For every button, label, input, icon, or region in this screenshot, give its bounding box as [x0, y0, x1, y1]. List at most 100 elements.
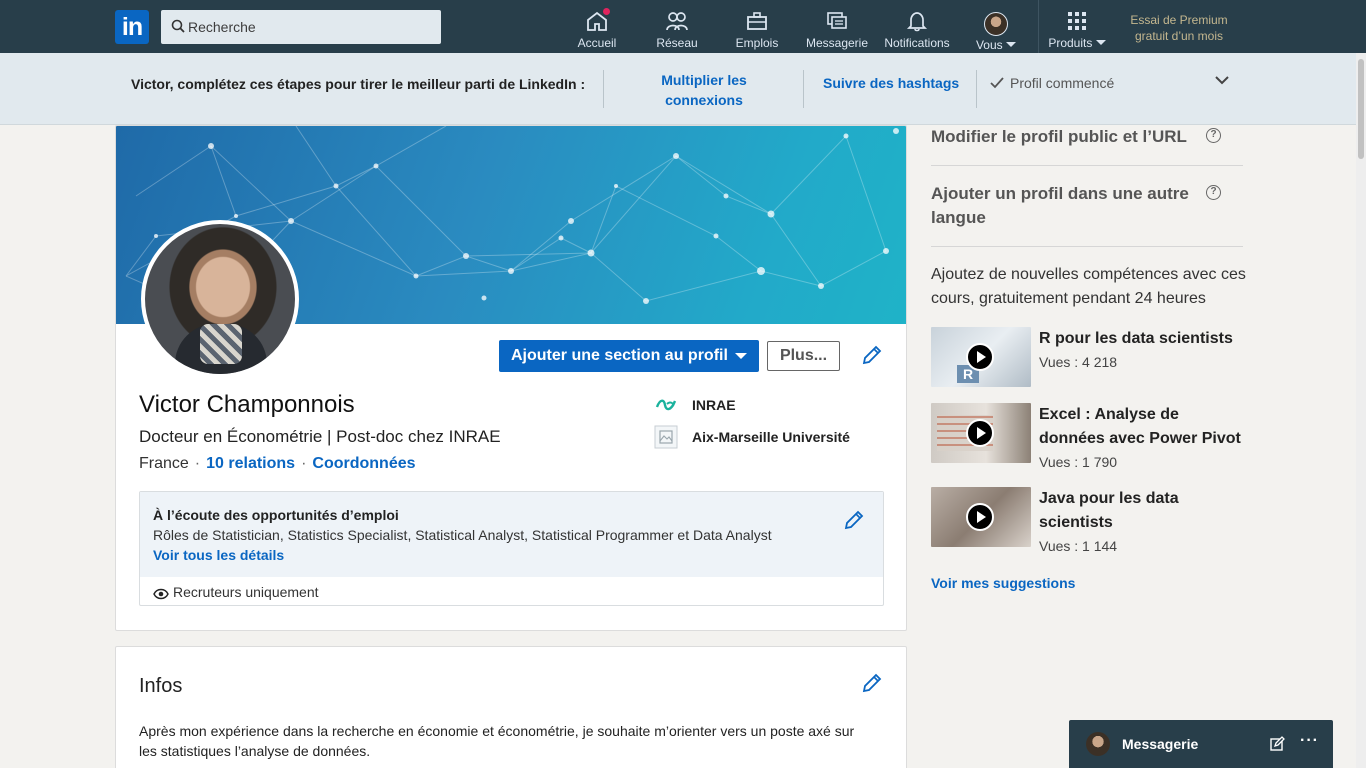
- check-icon: [990, 77, 1004, 89]
- separator-dot: ·: [301, 455, 307, 472]
- see-all-details-link[interactable]: Voir tous les détails: [153, 547, 284, 563]
- grow-connections-link[interactable]: Multiplier les connexions: [640, 70, 768, 110]
- see-suggestions-link[interactable]: Voir mes suggestions: [931, 575, 1075, 591]
- course-title: Java pour les data scientists: [1039, 490, 1179, 531]
- notification-dot: [601, 6, 612, 17]
- profile-card: Ajouter une section au profil Plus... Vi…: [115, 125, 907, 631]
- course-title: R pour les data scientists: [1039, 330, 1233, 347]
- contact-info-link[interactable]: Coordonnées: [312, 455, 415, 472]
- add-profile-section-label: Ajouter une section au profil: [511, 347, 728, 364]
- course-item[interactable]: R R pour les data scientists Vues : 4 21…: [931, 327, 1246, 387]
- caret-down-icon: [1095, 40, 1106, 45]
- more-button[interactable]: Plus...: [767, 341, 840, 371]
- course-thumbnail: R: [931, 327, 1031, 387]
- pencil-icon[interactable]: [860, 671, 884, 695]
- chevron-down-icon[interactable]: [1214, 75, 1230, 85]
- messaging-icon: [825, 10, 849, 32]
- course-views: Vues : 4 218: [1039, 354, 1118, 370]
- profile-started-label: Profil commencé: [1010, 75, 1115, 91]
- briefcase-icon: [745, 10, 769, 32]
- course-thumbnail: [931, 487, 1031, 547]
- learning-promo-text: Ajoutez de nouvelles compétences avec ce…: [931, 266, 1246, 307]
- about-text-line1: Après mon expérience dans la recherche e…: [139, 723, 855, 739]
- profile-started-status: Profil commencé: [990, 75, 1114, 91]
- job-opportunities-header: À l’écoute des opportunités d’emploi Rôl…: [140, 492, 883, 577]
- divider: [931, 165, 1243, 166]
- add-language-profile-link[interactable]: Ajouter un profil dans une autre langue: [931, 182, 1191, 230]
- premium-trial-link[interactable]: Essai de Premium gratuit d’un mois: [1119, 12, 1239, 44]
- nav-me[interactable]: Vous: [968, 0, 1024, 53]
- divider: [803, 70, 804, 108]
- grow-connections-line1: Multiplier les: [661, 72, 747, 88]
- open-to-work-roles: Rôles de Statistician, Statistics Specia…: [153, 527, 772, 543]
- network-icon: [665, 10, 689, 32]
- current-company-name: INRAE: [692, 397, 736, 413]
- bell-icon: [905, 10, 929, 32]
- separator-dot: ·: [194, 455, 201, 472]
- follow-hashtags-link[interactable]: Suivre des hashtags: [823, 73, 959, 93]
- visibility-label: Recruteurs uniquement: [173, 584, 319, 600]
- divider: [603, 70, 604, 108]
- grow-connections-line2: connexions: [665, 92, 743, 108]
- nav-notifications[interactable]: Notifications: [880, 0, 954, 53]
- profile-meta: France · 10 relations · Coordonnées: [139, 455, 416, 473]
- search-bar[interactable]: [161, 10, 441, 44]
- open-to-work-title: À l’écoute des opportunités d’emploi: [153, 507, 399, 523]
- nav-products[interactable]: Produits: [1042, 0, 1112, 53]
- nav-notifications-label: Notifications: [884, 36, 950, 50]
- course-title: Excel : Analyse de données avec Power Pi…: [1039, 406, 1241, 447]
- play-icon[interactable]: [966, 343, 994, 371]
- profile-steps-banner: Victor, complétez ces étapes pour tirer …: [0, 53, 1366, 125]
- search-icon: [171, 19, 185, 33]
- nav-jobs-label: Emplois: [735, 36, 779, 50]
- nav-network[interactable]: Réseau: [654, 0, 700, 53]
- add-profile-section-button[interactable]: Ajouter une section au profil: [499, 340, 759, 372]
- inrae-logo-icon: [655, 399, 677, 411]
- help-icon[interactable]: ?: [1206, 128, 1221, 143]
- top-navigation: in Accueil Réseau Emplois Messagerie Not…: [0, 0, 1366, 53]
- page-scrollbar[interactable]: [1356, 53, 1366, 768]
- play-icon[interactable]: [966, 503, 994, 531]
- edit-public-profile-link[interactable]: Modifier le profil public et l’URL: [931, 125, 1191, 149]
- caret-down-icon: [735, 353, 747, 359]
- pencil-icon[interactable]: [860, 343, 884, 367]
- divider: [931, 246, 1243, 247]
- pencil-icon[interactable]: [842, 508, 866, 532]
- grid-icon: [1065, 10, 1089, 32]
- caret-down-icon: [1006, 42, 1017, 47]
- nav-home[interactable]: Accueil: [574, 0, 620, 53]
- course-thumbnail: [931, 403, 1031, 463]
- nav-jobs[interactable]: Emplois: [734, 0, 780, 53]
- course-views: Vues : 1 144: [1039, 538, 1118, 554]
- course-item[interactable]: Excel : Analyse de données avec Power Pi…: [931, 403, 1246, 470]
- course-item[interactable]: Java pour les data scientists Vues : 1 1…: [931, 487, 1246, 554]
- profile-photo[interactable]: [141, 220, 299, 378]
- profile-location: France: [139, 455, 189, 472]
- nav-network-label: Réseau: [656, 36, 698, 50]
- about-card: Infos Après mon expérience dans la reche…: [115, 646, 907, 768]
- nav-messaging-label: Messagerie: [805, 36, 869, 50]
- course-views: Vues : 1 790: [1039, 454, 1118, 470]
- search-input[interactable]: [188, 10, 433, 44]
- profile-name: Victor Champonnois: [139, 391, 355, 418]
- nav-divider: [1038, 0, 1039, 53]
- photo-scarf: [200, 324, 242, 364]
- nav-home-label: Accueil: [577, 36, 617, 50]
- nav-products-label: Produits: [1048, 36, 1093, 50]
- help-icon[interactable]: ?: [1206, 185, 1221, 200]
- school-placeholder-icon: [654, 425, 678, 449]
- relations-link[interactable]: 10 relations: [206, 455, 295, 472]
- messaging-label: Messagerie: [1122, 736, 1199, 752]
- compose-icon[interactable]: [1269, 736, 1285, 752]
- more-options-icon[interactable]: ···: [1300, 732, 1319, 750]
- about-title: Infos: [139, 675, 183, 697]
- scrollbar-thumb[interactable]: [1358, 59, 1364, 159]
- home-icon: [585, 6, 612, 32]
- nav-messaging[interactable]: Messagerie: [805, 0, 869, 53]
- about-text: Après mon expérience dans la recherche e…: [139, 721, 887, 761]
- play-icon[interactable]: [966, 419, 994, 447]
- messaging-dock[interactable]: Messagerie ···: [1069, 720, 1333, 768]
- linkedin-logo[interactable]: in: [115, 10, 149, 44]
- user-avatar: [984, 12, 1008, 36]
- profile-headline: Docteur en Économétrie | Post-doc chez I…: [139, 427, 501, 446]
